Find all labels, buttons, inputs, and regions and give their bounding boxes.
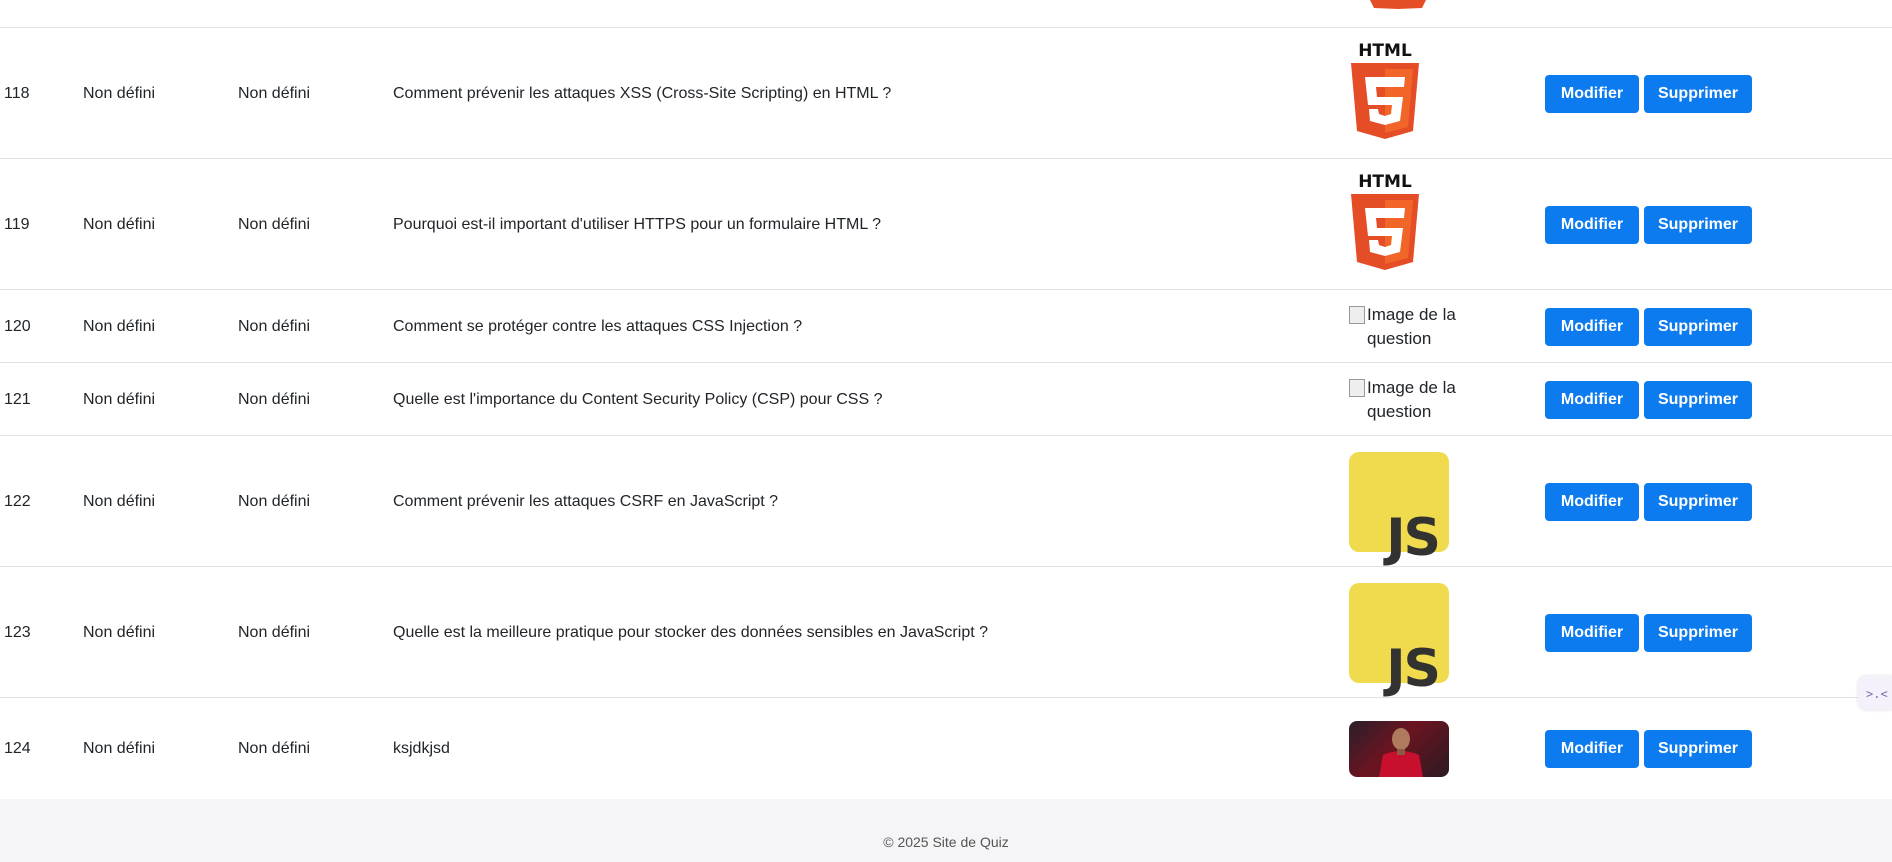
row-actions: Modifier Supprimer [1545, 613, 1752, 652]
delete-button[interactable]: Supprimer [1644, 205, 1752, 244]
side-panel-toggle[interactable]: >.< [1858, 676, 1892, 710]
delete-button[interactable]: Supprimer [1644, 482, 1752, 521]
javascript-logo: JS [1349, 582, 1449, 699]
html5-logo-text: HTML [1358, 41, 1412, 61]
svg-text:>.<: >.< [1866, 687, 1888, 701]
footer: © 2025 Site de Quiz [0, 799, 1892, 862]
table-row: 119 Non défini Non défini Pourquoi est-il i… [0, 158, 1892, 290]
question-image-cell: JS [1349, 582, 1449, 699]
question-image-cell: HTML [1349, 39, 1421, 149]
question-text: ksjdkjsd [393, 740, 450, 757]
collapse-icon: >.< [1866, 687, 1888, 701]
javascript-logo: JS [1349, 451, 1449, 568]
broken-image-icon [1349, 305, 1365, 324]
modify-button[interactable]: Modifier [1545, 482, 1639, 521]
html5-logo-partial [1370, 0, 1426, 9]
question-level: Non défini [238, 317, 311, 335]
question-category: Non défini [83, 390, 156, 408]
question-level: Non défini [238, 390, 311, 408]
html5-logo-text: HTML [1358, 172, 1412, 192]
question-text: Pourquoi est-il important d'utiliser HTT… [393, 215, 881, 233]
question-level: Non défini [238, 215, 311, 233]
question-id: 120 [4, 317, 31, 335]
delete-button[interactable]: Supprimer [1644, 380, 1752, 419]
question-level: Non défini [238, 84, 311, 102]
question-image-cell: Image de la question [1349, 376, 1459, 424]
table-row: 124 Non défini Non défini ksjdkjsd Modifier S… [0, 697, 1892, 800]
javascript-logo-text: JS [1386, 638, 1441, 699]
question-text: Quelle est l'importance du Content Secur… [393, 390, 883, 408]
modify-button[interactable]: Modifier [1545, 380, 1639, 419]
delete-button[interactable]: Supprimer [1644, 74, 1752, 113]
broken-image-icon [1349, 378, 1365, 397]
question-id: 121 [4, 390, 31, 408]
html5-logo: HTML [1351, 41, 1419, 139]
question-photo [1349, 721, 1449, 777]
row-actions: Modifier Supprimer [1545, 482, 1752, 521]
question-id: 124 [4, 740, 31, 757]
question-id: 119 [4, 215, 30, 233]
question-level: Non défini [238, 740, 311, 757]
question-id: 123 [4, 623, 31, 641]
question-image-cell: HTML [1349, 170, 1421, 280]
row-actions: Modifier Supprimer [1545, 380, 1752, 419]
delete-button[interactable]: Supprimer [1644, 730, 1752, 768]
modify-button[interactable]: Modifier [1545, 205, 1639, 244]
question-level: Non défini [238, 623, 311, 641]
question-text: Comment se protéger contre les attaques … [393, 317, 803, 335]
broken-image: Image de la question [1349, 303, 1459, 351]
modify-button[interactable]: Modifier [1545, 307, 1639, 346]
footer-copyright: © 2025 Site de Quiz [883, 834, 1009, 850]
broken-image: Image de la question [1349, 376, 1459, 424]
question-category: Non défini [83, 623, 156, 641]
html5-logo: HTML [1351, 172, 1419, 270]
javascript-logo-text: JS [1386, 507, 1441, 568]
delete-button[interactable]: Supprimer [1644, 613, 1752, 652]
question-category: Non défini [83, 740, 156, 757]
question-image-cell: Image de la question [1349, 303, 1459, 351]
modify-button[interactable]: Modifier [1545, 613, 1639, 652]
table-row: 121 Non défini Non défini Quelle est l'impo… [0, 362, 1892, 436]
question-text: Comment prévenir les attaques CSRF en Ja… [393, 492, 779, 510]
question-level: Non défini [238, 492, 311, 510]
question-image-cell: JS [1349, 451, 1449, 568]
question-category: Non défini [83, 317, 156, 335]
delete-button[interactable]: Supprimer [1644, 307, 1752, 346]
question-text: Comment prévenir les attaques XSS (Cross… [393, 84, 892, 102]
question-category: Non défini [83, 215, 156, 233]
table-row: 118 Non défini Non défini Comment prévenir … [0, 27, 1892, 159]
table-row: 120 Non défini Non défini Comment se protég… [0, 289, 1892, 363]
question-image-cell [1349, 721, 1449, 777]
question-text: Quelle est la meilleure pratique pour st… [393, 623, 988, 641]
row-actions: Modifier Supprimer [1545, 307, 1752, 346]
modify-button[interactable]: Modifier [1545, 74, 1639, 113]
table-row: 122 Non défini Non défini Comment prévenir … [0, 435, 1892, 567]
modify-button[interactable]: Modifier [1545, 730, 1639, 768]
question-category: Non défini [83, 84, 156, 102]
row-actions: Modifier Supprimer [1545, 205, 1752, 244]
question-id: 122 [4, 492, 31, 510]
question-category: Non défini [83, 492, 156, 510]
question-id: 118 [4, 84, 30, 102]
image-alt-text: Image de la question [1367, 304, 1456, 348]
image-alt-text: Image de la question [1367, 377, 1456, 421]
row-actions: Modifier Supprimer [1545, 74, 1752, 113]
table-row: 123 Non défini Non défini Quelle est la mei… [0, 566, 1892, 698]
row-actions: Modifier Supprimer [1545, 730, 1752, 768]
